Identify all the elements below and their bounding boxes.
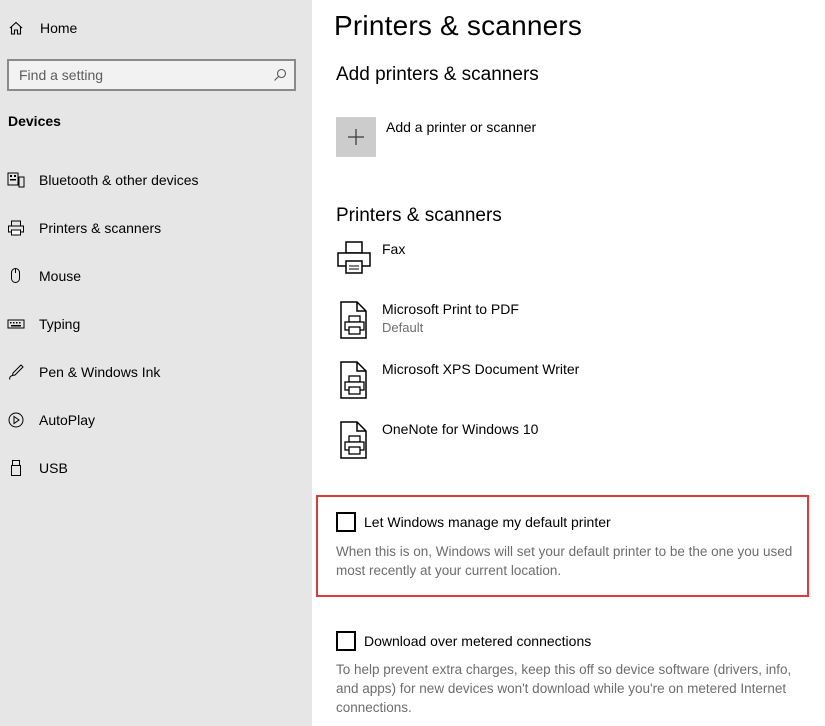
sidebar-item-label: USB bbox=[39, 460, 68, 476]
manage-default-printer-toggle[interactable]: Let Windows manage my default printer bbox=[336, 512, 611, 532]
metered-download-checkbox[interactable] bbox=[336, 631, 356, 651]
document-printer-icon bbox=[336, 360, 372, 400]
sidebar-item-typing[interactable]: Typing bbox=[0, 304, 312, 344]
metered-download-description: To help prevent extra charges, keep this… bbox=[336, 662, 792, 715]
printer-name: Fax bbox=[382, 241, 406, 257]
usb-icon bbox=[7, 459, 25, 477]
printer-name: Microsoft Print to PDF bbox=[382, 301, 519, 317]
manage-default-description: When this is on, Windows will set your d… bbox=[336, 544, 793, 578]
metered-download-toggle[interactable]: Download over metered connections bbox=[336, 631, 591, 651]
search-box[interactable] bbox=[7, 59, 296, 91]
sidebar-item-pen[interactable]: Pen & Windows Ink bbox=[0, 352, 312, 392]
printer-item-fax[interactable]: Fax bbox=[336, 240, 816, 290]
search-input[interactable] bbox=[19, 66, 269, 84]
home-icon bbox=[8, 20, 24, 36]
sidebar-item-usb[interactable]: USB bbox=[0, 448, 312, 488]
printer-status: Default bbox=[382, 320, 424, 335]
sidebar-item-label: Pen & Windows Ink bbox=[39, 364, 161, 380]
printer-icon bbox=[7, 219, 25, 237]
keyboard-icon bbox=[7, 315, 25, 333]
fax-printer-icon bbox=[336, 240, 372, 280]
add-section-title: Add printers & scanners bbox=[336, 64, 539, 85]
home-label: Home bbox=[40, 20, 78, 36]
pen-icon bbox=[7, 363, 25, 381]
plus-icon bbox=[348, 129, 364, 145]
autoplay-icon bbox=[7, 411, 25, 429]
sidebar-item-printers[interactable]: Printers & scanners bbox=[0, 208, 312, 248]
document-printer-icon bbox=[336, 300, 372, 340]
manage-default-checkbox[interactable] bbox=[336, 512, 356, 532]
sidebar-item-autoplay[interactable]: AutoPlay bbox=[0, 400, 312, 440]
manage-default-label: Let Windows manage my default printer bbox=[364, 514, 611, 530]
sidebar-item-mouse[interactable]: Mouse bbox=[0, 256, 312, 296]
printer-item-xps-writer[interactable]: Microsoft XPS Document Writer bbox=[336, 360, 816, 410]
add-printer-button[interactable] bbox=[336, 117, 376, 157]
document-printer-icon bbox=[336, 420, 372, 460]
sidebar-item-label: AutoPlay bbox=[39, 412, 96, 428]
printer-item-print-to-pdf[interactable]: Microsoft Print to PDF Default bbox=[336, 300, 816, 350]
printers-list-title: Printers & scanners bbox=[336, 205, 502, 226]
bluetooth-devices-icon bbox=[7, 171, 25, 189]
section-label-devices: Devices bbox=[8, 113, 61, 129]
home-nav-item[interactable]: Home bbox=[8, 17, 77, 39]
sidebar-item-bluetooth[interactable]: Bluetooth & other devices bbox=[0, 160, 312, 200]
page-title: Printers & scanners bbox=[334, 10, 583, 41]
main-content: Printers & scanners Add printers & scann… bbox=[312, 0, 825, 726]
metered-download-label: Download over metered connections bbox=[364, 633, 592, 649]
add-printer-label[interactable]: Add a printer or scanner bbox=[386, 119, 536, 135]
sidebar-item-label: Bluetooth & other devices bbox=[39, 172, 199, 188]
sidebar-item-label: Typing bbox=[39, 316, 81, 332]
printer-name: Microsoft XPS Document Writer bbox=[382, 361, 580, 377]
printer-name: OneNote for Windows 10 bbox=[382, 421, 539, 437]
sidebar-item-label: Mouse bbox=[39, 268, 82, 284]
search-icon[interactable] bbox=[272, 67, 288, 83]
sidebar: Home Devices Bluetooth & other devices P… bbox=[0, 0, 312, 726]
mouse-icon bbox=[7, 267, 25, 285]
printer-item-onenote[interactable]: OneNote for Windows 10 bbox=[336, 420, 816, 470]
sidebar-item-label: Printers & scanners bbox=[39, 220, 162, 236]
